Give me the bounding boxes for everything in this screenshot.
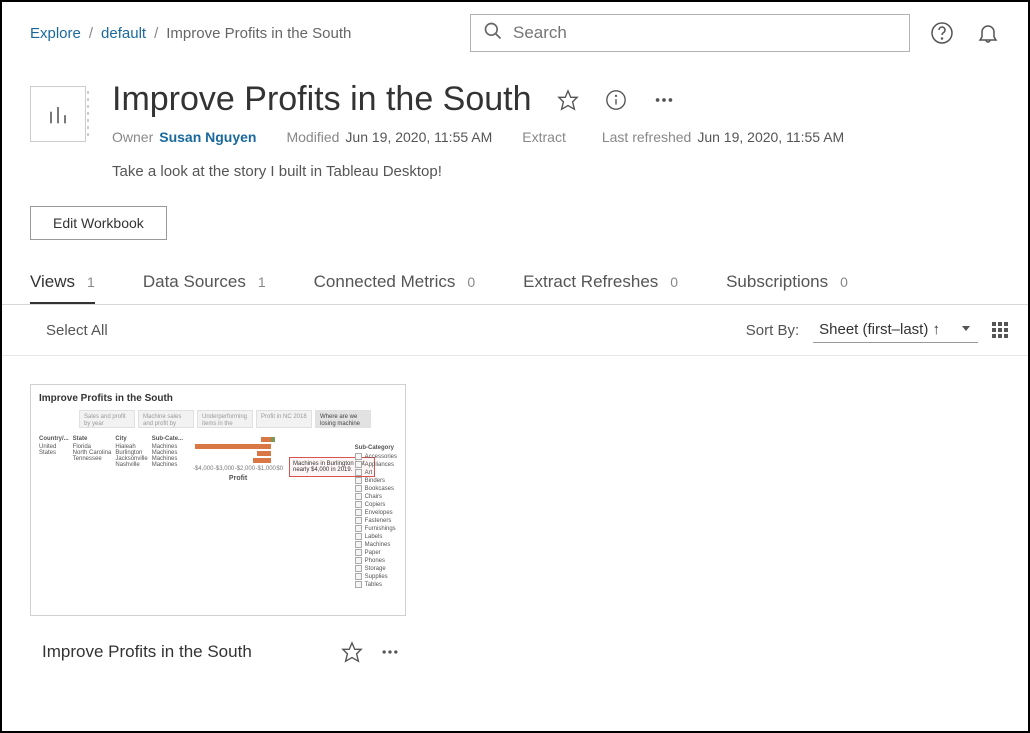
notifications-icon[interactable] [976, 21, 1000, 45]
refreshed-meta: Last refreshed Jun 19, 2020, 11:55 AM [602, 129, 844, 145]
view-title[interactable]: Improve Profits in the South [42, 642, 252, 662]
breadcrumb-default[interactable]: default [101, 25, 146, 42]
favorite-star-icon[interactable] [340, 640, 364, 664]
owner-link[interactable]: Susan Nguyen [159, 129, 256, 145]
story-point: Profit in NC 2018 [256, 410, 312, 428]
breadcrumb-sep: / [154, 25, 158, 42]
owner-meta: Owner Susan Nguyen [112, 129, 256, 145]
chevron-down-icon [960, 321, 972, 338]
sort-select[interactable]: Sheet (first–last) ↑ [813, 317, 978, 343]
search-input[interactable] [513, 23, 897, 43]
tabs: Views 1 Data Sources 1 Connected Metrics… [2, 240, 1028, 305]
legend: Sub-Category Accessories Appliances Art … [355, 445, 397, 589]
search-box[interactable] [470, 14, 910, 52]
more-actions-icon[interactable] [652, 88, 676, 112]
search-icon [483, 21, 503, 46]
story-point: Underperforming items in the South [197, 410, 253, 428]
grid-view-icon[interactable] [992, 322, 1008, 338]
bar-chart: -$4,000 -$3,000 -$2,000 -$1,000 $0 Profi… [193, 436, 283, 482]
workbook-description: Take a look at the story I built in Tabl… [112, 163, 1000, 180]
breadcrumb: Explore / default / Improve Profits in t… [30, 25, 351, 42]
tab-extract-refreshes[interactable]: Extract Refreshes 0 [523, 272, 678, 304]
page-title: Improve Profits in the South [112, 80, 532, 119]
story-point: Where are we losing machine p... [315, 410, 371, 428]
tab-subscriptions[interactable]: Subscriptions 0 [726, 272, 848, 304]
story-point: Sales and profit by year [79, 410, 135, 428]
tab-connected-metrics[interactable]: Connected Metrics 0 [314, 272, 476, 304]
modified-meta: Modified Jun 19, 2020, 11:55 AM [286, 129, 492, 145]
view-card[interactable]: Improve Profits in the South Sales and p… [30, 384, 406, 664]
view-thumbnail[interactable]: Improve Profits in the South Sales and p… [30, 384, 406, 616]
story-point: Machine sales and profit by year [138, 410, 194, 428]
breadcrumb-current: Improve Profits in the South [166, 25, 351, 42]
select-all-button[interactable]: Select All [46, 322, 108, 339]
extract-meta: Extract [522, 129, 572, 145]
info-icon[interactable] [604, 88, 628, 112]
sort-by-label: Sort By: [746, 322, 799, 339]
tab-data-sources[interactable]: Data Sources 1 [143, 272, 266, 304]
edit-workbook-button[interactable]: Edit Workbook [30, 206, 167, 240]
more-actions-icon[interactable] [378, 640, 402, 664]
workbook-icon [30, 86, 86, 142]
breadcrumb-sep: / [89, 25, 93, 42]
tab-views[interactable]: Views 1 [30, 272, 95, 304]
breadcrumb-explore[interactable]: Explore [30, 25, 81, 42]
help-icon[interactable] [930, 21, 954, 45]
favorite-star-icon[interactable] [556, 88, 580, 112]
